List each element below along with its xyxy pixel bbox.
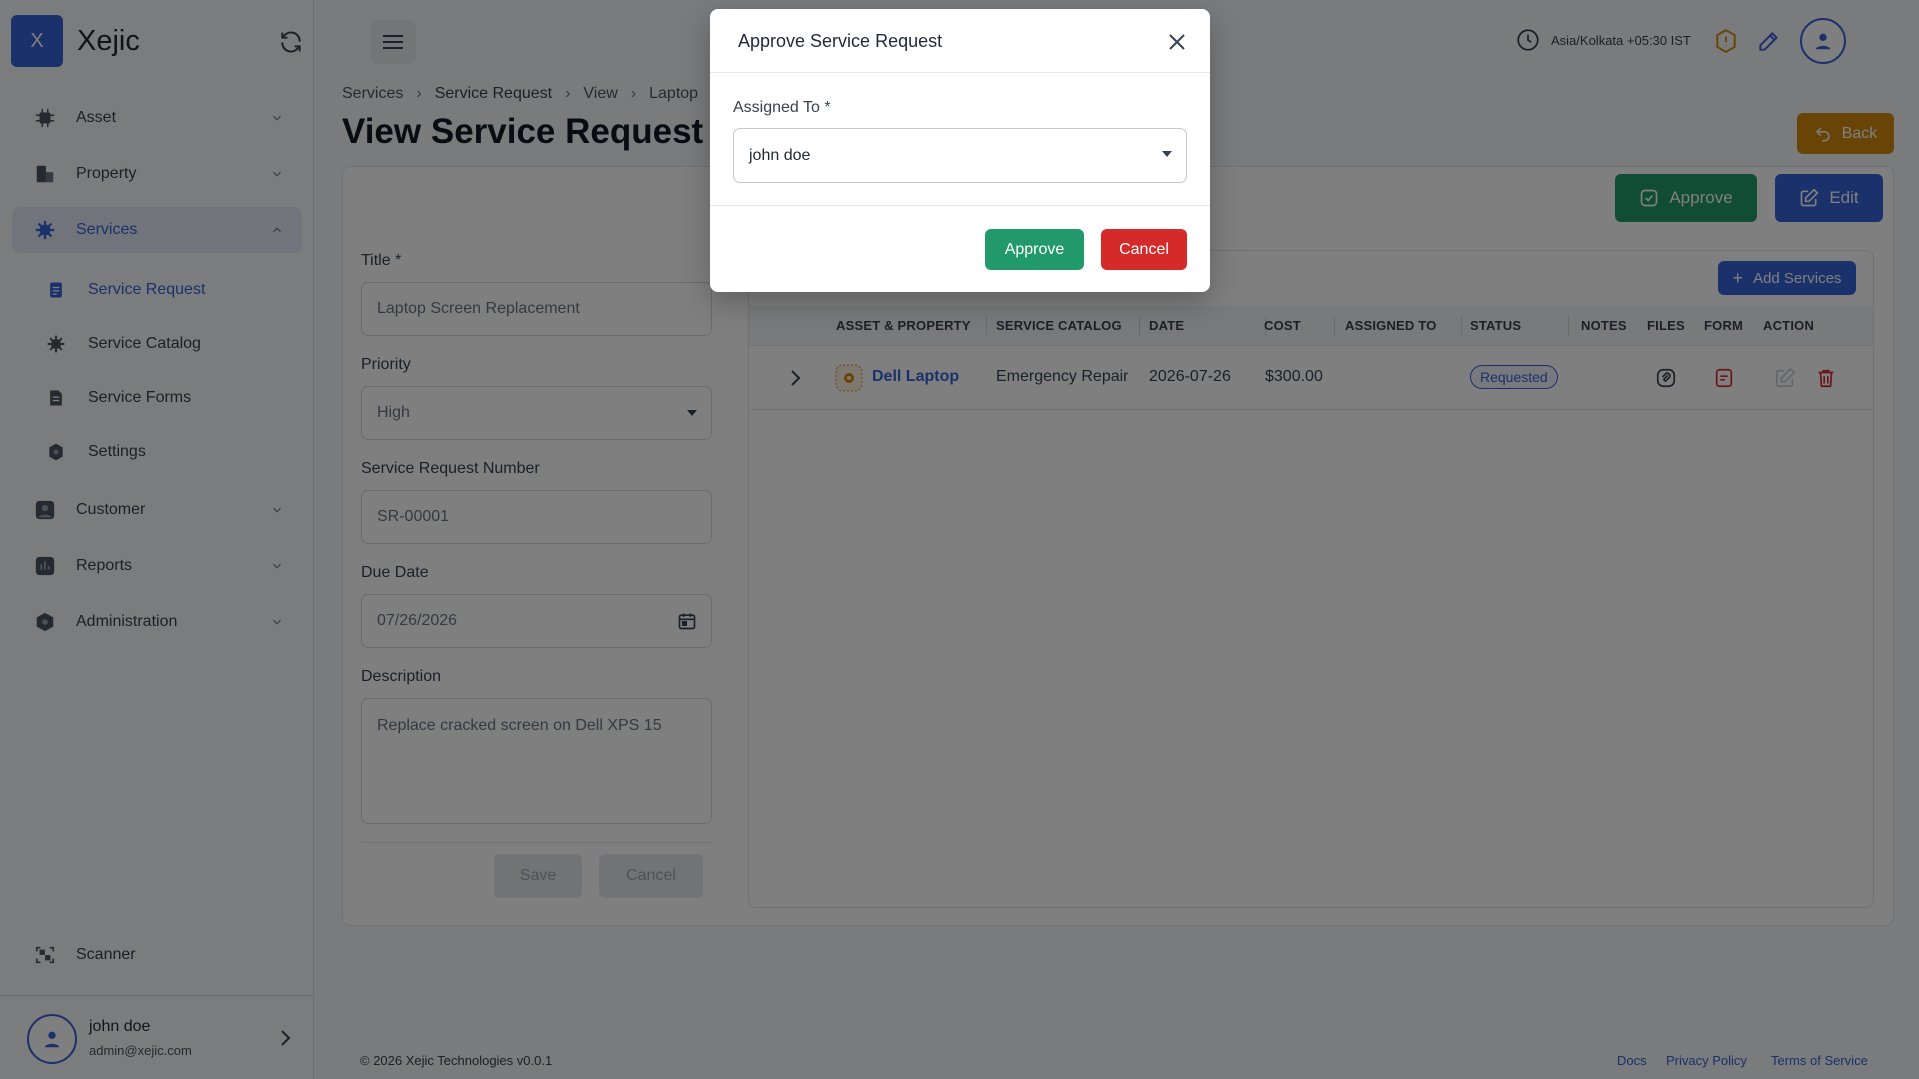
assigned-to-select[interactable]: john doe [733,128,1187,183]
modal-title: Approve Service Request [738,31,943,51]
assigned-to-label: Assigned To * [733,99,831,116]
approve-modal: Approve Service Request Assigned To * jo… [710,9,1210,292]
assigned-to-value: john doe [749,146,811,164]
modal-divider [710,205,1210,206]
modal-header: Approve Service Request [710,9,1210,73]
modal-cancel-button[interactable]: Cancel [1101,229,1187,270]
close-icon[interactable] [1166,31,1188,53]
modal-approve-button[interactable]: Approve [985,229,1084,270]
caret-down-icon [1162,151,1172,157]
